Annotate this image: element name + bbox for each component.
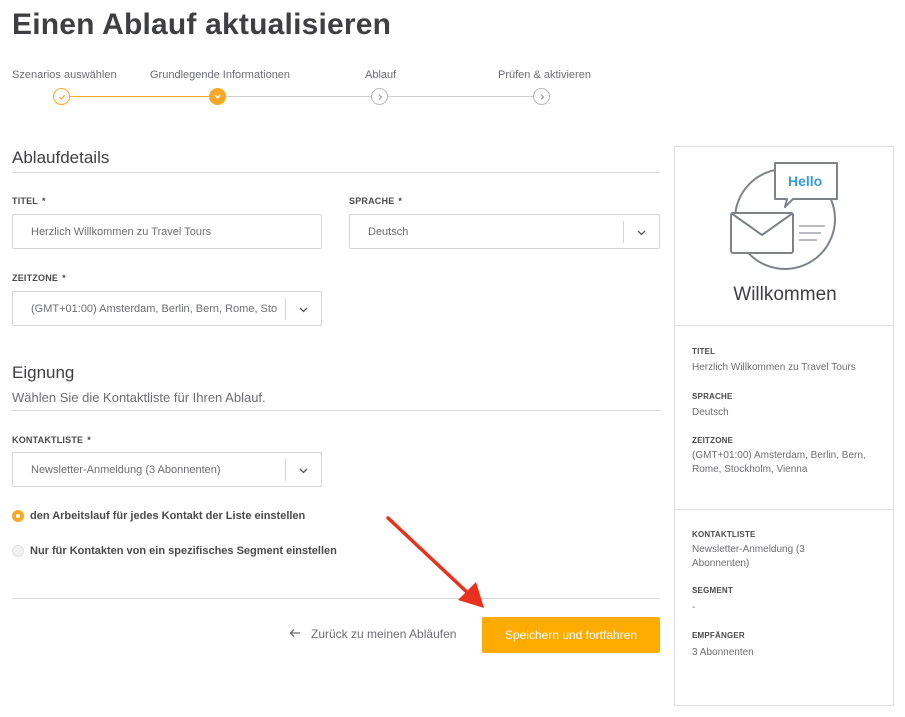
title-label: TITEL *	[12, 196, 46, 206]
progress-stepper: Szenarios auswählen Grundlegende Informa…	[0, 66, 620, 112]
step-connector-pending	[388, 96, 534, 97]
radio-option-all-contacts[interactable]: den Arbeitslauf für jedes Kontakt der Li…	[12, 510, 305, 522]
summary-contact-list-value: Newsletter-Anmeldung (3 Abonnenten)	[692, 544, 805, 569]
summary-timezone-value: (GMT+01:00) Amsterdam, Berlin, Bern, Rom…	[692, 450, 866, 475]
card-divider	[675, 325, 893, 326]
language-select[interactable]: Deutsch	[349, 214, 660, 249]
summary-language-value: Deutsch	[692, 407, 729, 418]
language-select-value: Deutsch	[368, 226, 409, 238]
chevron-down-icon	[298, 465, 309, 479]
summary-recipients-value: 3 Abonnenten	[692, 647, 754, 658]
step-label-scenarios: Szenarios auswählen	[12, 69, 117, 81]
radio-option-label: Nur für Kontakten von ein spezifisches S…	[30, 545, 337, 557]
save-and-continue-button[interactable]: Speichern und fortfahren	[482, 617, 660, 653]
step-pending-marker[interactable]	[533, 88, 550, 105]
summary-segment-label: SEGMENT	[692, 586, 733, 595]
back-link-label: Zurück zu meinen Abläufen	[311, 627, 457, 641]
chevron-down-icon	[298, 304, 309, 318]
annotation-arrow-icon	[386, 516, 484, 608]
eligibility-heading: Eignung	[12, 363, 75, 382]
summary-contact-list-label: KONTAKTLISTE	[692, 530, 756, 539]
contact-list-select-value: Newsletter-Anmeldung (3 Abonnenten)	[31, 464, 221, 476]
chevron-right-icon	[538, 93, 546, 101]
title-input[interactable]	[12, 214, 322, 249]
arrow-left-icon	[289, 627, 301, 641]
eligibility-subtitle: Wählen Sie die Kontaktliste für Ihren Ab…	[12, 390, 266, 405]
step-done-marker[interactable]	[53, 88, 70, 105]
back-to-flows-link[interactable]: Zurück zu meinen Abläufen	[289, 627, 456, 641]
step-current-marker[interactable]	[209, 88, 226, 105]
step-connector-pending	[226, 96, 372, 97]
summary-card: Hello Willkommen TITEL Herzlich Willkomm…	[674, 146, 894, 706]
chevron-right-icon	[376, 93, 384, 101]
summary-title-value: Herzlich Willkommen zu Travel Tours	[692, 362, 856, 373]
divider	[12, 598, 660, 599]
timezone-select[interactable]: (GMT+01:00) Amsterdam, Berlin, Bern, Rom…	[12, 291, 322, 326]
summary-language-label: SPRACHE	[692, 392, 733, 401]
card-divider	[675, 509, 893, 510]
contact-list-select[interactable]: Newsletter-Anmeldung (3 Abonnenten)	[12, 452, 322, 487]
chevron-down-icon	[213, 92, 222, 101]
select-divider	[623, 221, 624, 243]
radio-option-label: den Arbeitslauf für jedes Kontakt der Li…	[30, 510, 306, 522]
divider	[12, 172, 660, 173]
radio-button-unselected[interactable]	[12, 545, 24, 557]
step-pending-marker[interactable]	[371, 88, 388, 105]
step-label-basic-info: Grundlegende Informationen	[150, 69, 291, 81]
timezone-select-value: (GMT+01:00) Amsterdam, Berlin, Bern, Rom…	[31, 303, 277, 315]
summary-segment-value: -	[692, 602, 696, 613]
radio-button-selected[interactable]	[12, 510, 24, 522]
select-divider	[285, 459, 286, 481]
page-title: Einen Ablauf aktualisieren	[12, 8, 392, 41]
contact-list-label: KONTAKTLISTE *	[12, 435, 91, 445]
step-label-flow: Ablauf	[365, 69, 397, 81]
summary-timezone-label: ZEITZONE	[692, 436, 734, 445]
check-icon	[58, 93, 66, 101]
chevron-down-icon	[636, 227, 647, 241]
details-heading: Ablaufdetails	[12, 148, 110, 167]
select-divider	[285, 298, 286, 320]
summary-title-label: TITEL	[692, 347, 716, 356]
bubble-text: Hello	[788, 173, 823, 189]
timezone-label: ZEITZONE *	[12, 273, 66, 283]
summary-recipients-label: EMPFÄNGER	[692, 631, 745, 640]
divider	[12, 410, 660, 411]
summary-card-title: Willkommen	[733, 284, 837, 305]
step-label-review: Prüfen & aktivieren	[498, 69, 591, 81]
radio-option-segment[interactable]: Nur für Kontakten von ein spezifisches S…	[12, 545, 337, 557]
step-connector-done	[70, 96, 210, 97]
language-label: SPRACHE *	[349, 196, 403, 206]
